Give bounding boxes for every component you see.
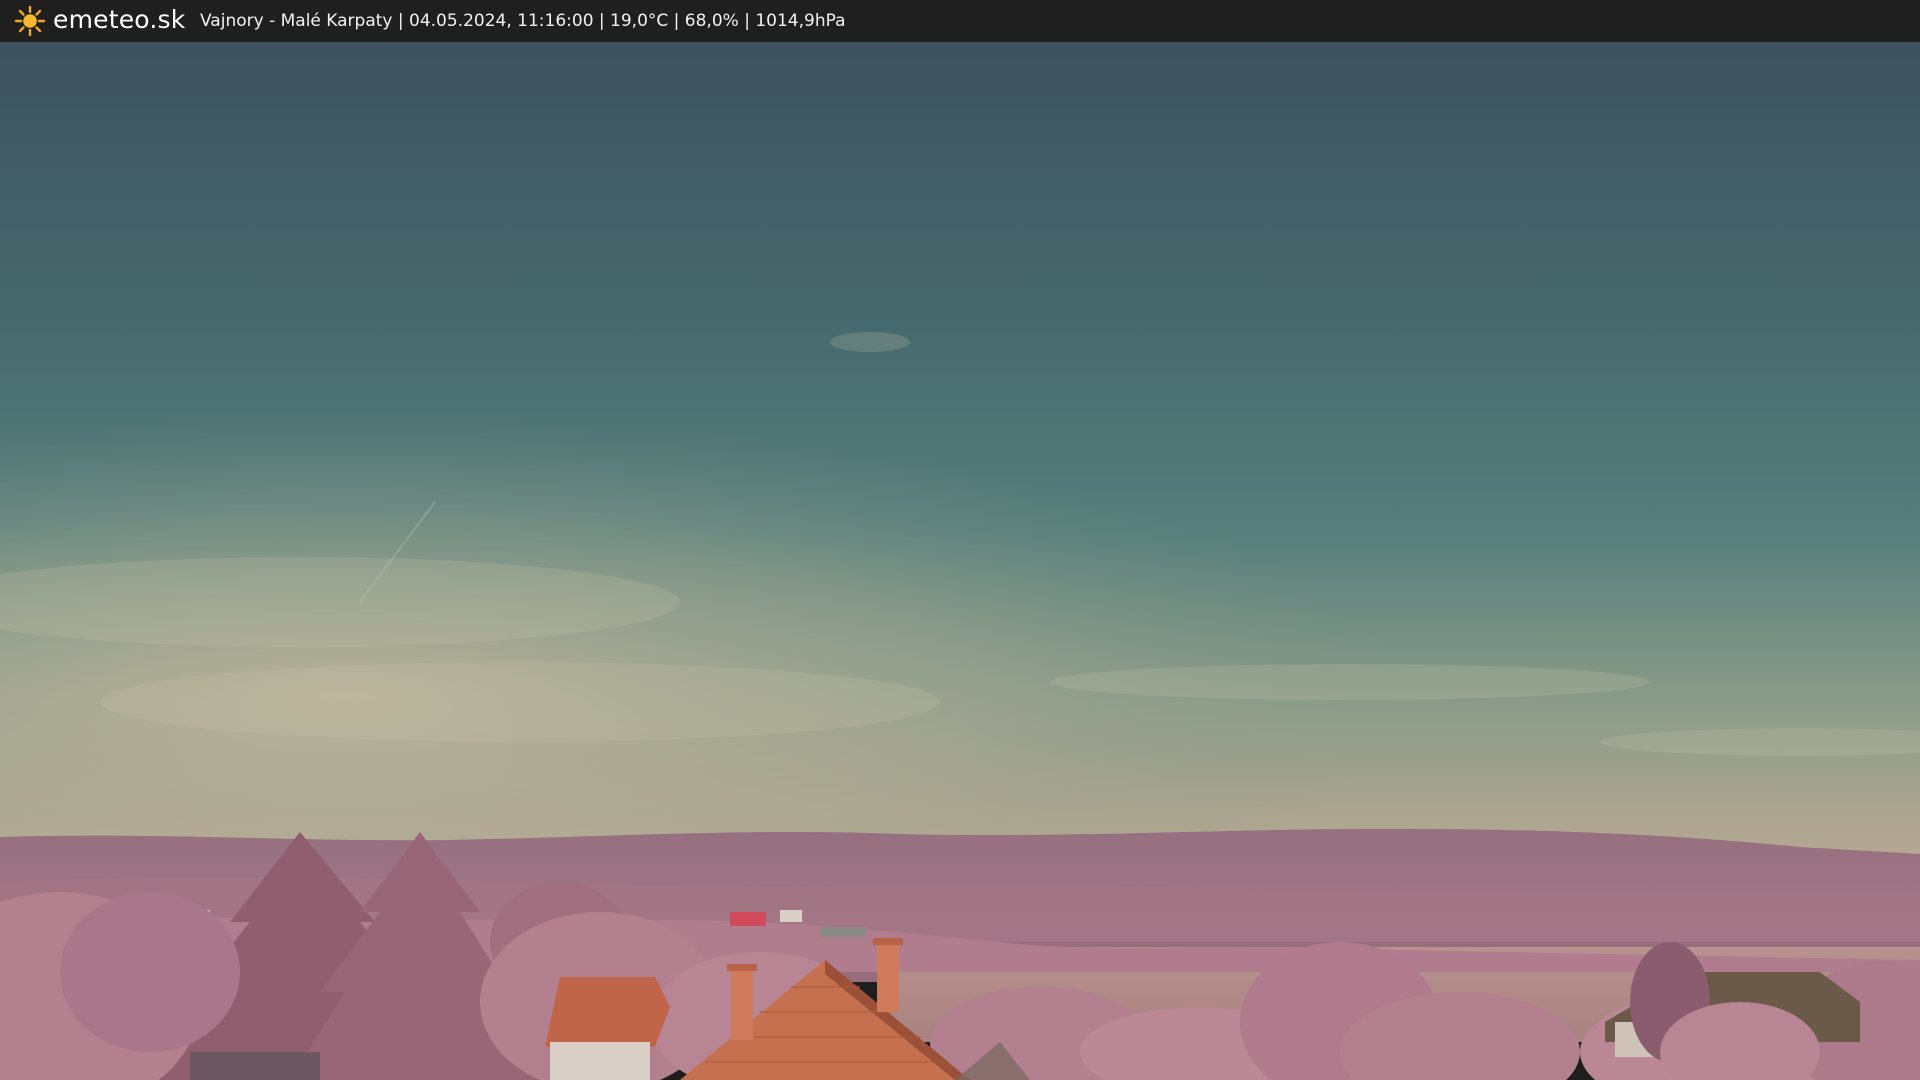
sun-icon xyxy=(14,5,46,37)
webcam-image xyxy=(0,42,1920,1080)
webcam-viewer: emeteo.sk Vajnory - Malé Karpaty | 04.05… xyxy=(0,0,1920,1080)
webcam-caption: Vajnory - Malé Karpaty | 04.05.2024, 11:… xyxy=(200,11,846,31)
webcam-info-bar: emeteo.sk Vajnory - Malé Karpaty | 04.05… xyxy=(0,0,1920,42)
site-brand: emeteo.sk xyxy=(53,5,186,34)
